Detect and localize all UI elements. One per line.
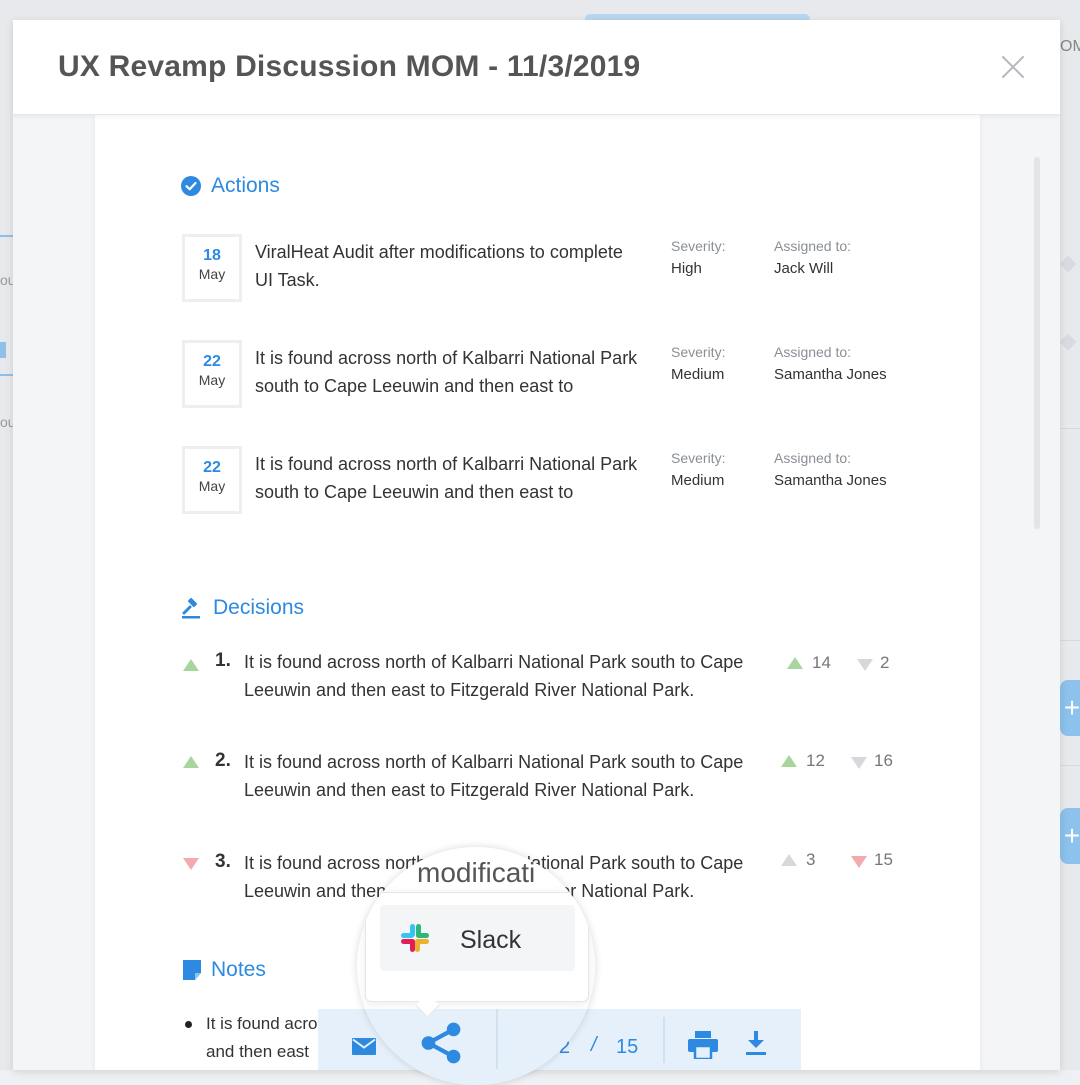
severity-label: Severity:: [671, 238, 726, 254]
upvote-count: 3: [806, 850, 816, 869]
page-total: 15: [616, 1036, 639, 1058]
upvote-icon[interactable]: [781, 755, 797, 767]
modal-header: UX Revamp Discussion MOM - 11/3/2019: [13, 20, 1060, 115]
assigned-label: Assigned to:: [774, 344, 852, 360]
background-divider: [0, 235, 14, 237]
decisions-title: Decisions: [213, 596, 305, 619]
decisions-heading: Decisions: [181, 596, 304, 620]
action-text: It is found across north of Kalbarri Nat…: [255, 348, 638, 396]
upvote-icon[interactable]: [781, 854, 797, 866]
downvote-icon[interactable]: [857, 659, 873, 671]
background-divider: [1060, 428, 1080, 429]
downvote-count: 16: [874, 751, 893, 770]
downvote-count: 2: [880, 653, 890, 672]
scrollbar[interactable]: [1034, 157, 1040, 529]
notes-title: Notes: [211, 958, 266, 981]
assignee-value: Samantha Jones: [774, 366, 887, 383]
decision-text: It is found across north of Kalbarri Nat…: [244, 752, 744, 800]
severity-value: Medium: [671, 366, 725, 383]
note-bullet: [185, 1021, 192, 1028]
downvote-icon[interactable]: [851, 856, 867, 868]
action-text: It is found across north of Kalbarri Nat…: [255, 454, 638, 502]
share-popover: Slack: [365, 892, 589, 1002]
background-diamond-icon: [1059, 255, 1077, 273]
action-date-month: May: [198, 478, 226, 494]
toolbar-divider: [663, 1017, 665, 1063]
action-date-month: May: [198, 266, 226, 282]
severity-value: High: [671, 260, 702, 277]
background-header-fragment: OM: [1060, 38, 1080, 55]
decision-number: 3.: [215, 851, 231, 872]
action-date-day: 18: [203, 247, 221, 264]
action-date: 22 May: [182, 340, 242, 408]
notes-heading: Notes: [183, 958, 266, 982]
background-divider: [1060, 640, 1080, 641]
assigned-label: Assigned to:: [774, 450, 852, 466]
magnified-toolbar: [357, 1009, 595, 1085]
decision-number: 2.: [215, 750, 231, 771]
background-active-marker: [0, 342, 6, 358]
severity-label: Severity:: [671, 344, 726, 360]
check-circle-icon: [181, 176, 201, 196]
print-icon[interactable]: [688, 1031, 718, 1059]
share-magnifier: modificati Slack: [357, 847, 595, 1085]
action-date: 18 May: [182, 234, 242, 302]
downvote-count: 15: [874, 850, 893, 869]
downvote-icon[interactable]: [851, 757, 867, 769]
assignee-value: Jack Will: [774, 260, 834, 277]
magnified-toolbar-divider: [496, 1009, 498, 1069]
modal-title: UX Revamp Discussion MOM - 11/3/2019: [58, 50, 641, 83]
download-icon[interactable]: [746, 1031, 766, 1055]
decision-text: It is found across north of Kalbarri Nat…: [244, 652, 744, 700]
slack-icon: [401, 924, 429, 952]
background-divider: [1060, 765, 1080, 766]
note-icon: [183, 960, 201, 980]
decision-status-up-icon: [183, 756, 199, 768]
action-date: 22 May: [182, 446, 242, 514]
action-date-day: 22: [203, 353, 221, 370]
share-slack-option[interactable]: Slack: [380, 905, 575, 971]
severity-label: Severity:: [671, 450, 726, 466]
gavel-icon: [182, 597, 200, 619]
actions-title: Actions: [211, 174, 280, 197]
background-add-icon: +: [1060, 808, 1080, 864]
actions-heading: Actions: [181, 174, 280, 198]
action-date-day: 22: [203, 459, 221, 476]
decision-number: 1.: [215, 650, 231, 671]
note-text: and then east: [206, 1042, 310, 1061]
background-divider: [0, 374, 14, 376]
severity-value: Medium: [671, 472, 725, 489]
magnified-text-fragment: modificati: [417, 857, 536, 888]
upvote-icon[interactable]: [787, 657, 803, 669]
assignee-value: Samantha Jones: [774, 472, 887, 489]
decision-status-down-icon: [183, 858, 199, 870]
decision-status-up-icon: [183, 659, 199, 671]
note-text: It is found acro: [206, 1014, 318, 1033]
slack-label: Slack: [460, 926, 522, 954]
close-icon[interactable]: [1000, 54, 1026, 80]
background-diamond-icon: [1059, 333, 1077, 351]
upvote-count: 14: [812, 653, 831, 672]
action-text: ViralHeat Audit after modifications to c…: [255, 242, 623, 290]
magnified-share-icon[interactable]: [419, 1022, 463, 1064]
upvote-count: 12: [806, 751, 825, 770]
background-add-icon: +: [1060, 680, 1080, 736]
assigned-label: Assigned to:: [774, 238, 852, 254]
action-date-month: May: [198, 372, 226, 388]
